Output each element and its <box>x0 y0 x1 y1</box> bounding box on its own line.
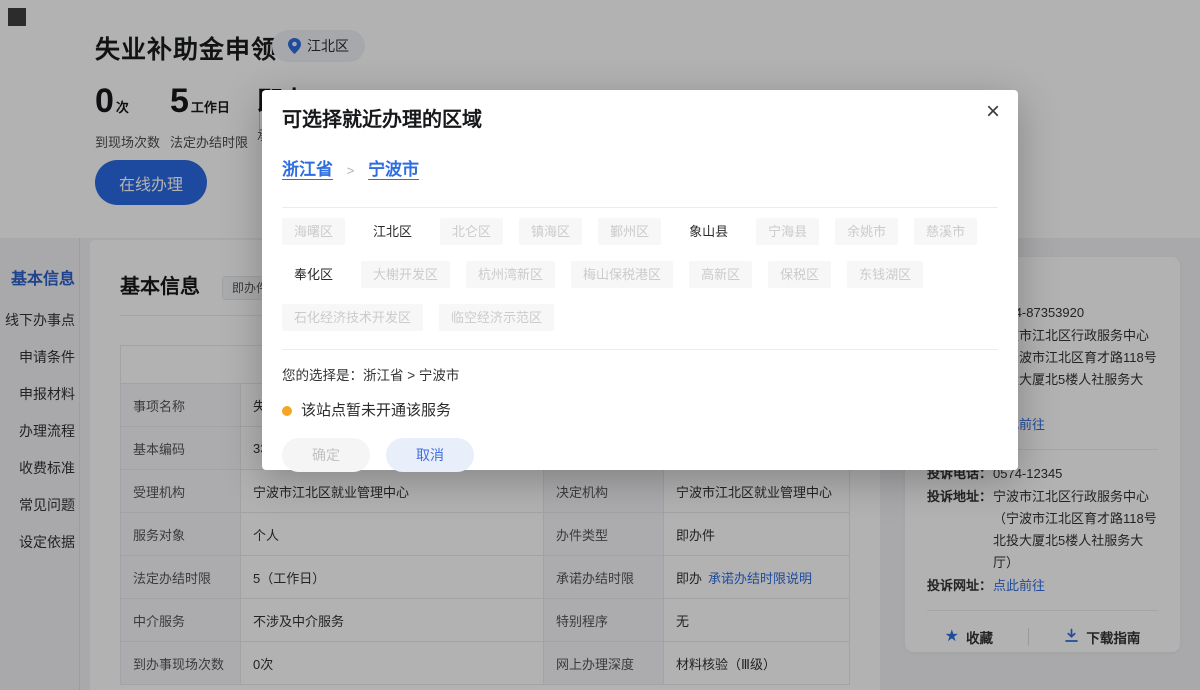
region-row: 海曙区 江北区 北仑区 镇海区 鄞州区 象山县 宁海县 余姚市 慈溪市 <box>282 218 998 245</box>
breadcrumb-city-link[interactable]: 宁波市 <box>368 160 419 179</box>
region-grid: 海曙区 江北区 北仑区 镇海区 鄞州区 象山县 宁海县 余姚市 慈溪市 奉化区 … <box>282 218 998 331</box>
modal-buttons: 确定 取消 <box>282 438 998 472</box>
cancel-button[interactable]: 取消 <box>386 438 474 472</box>
region-select-modal: 可选择就近办理的区域 × 浙江省 > 宁波市 海曙区 江北区 北仑区 镇海区 鄞… <box>262 90 1018 470</box>
selection-summary: 您的选择是：浙江省 > 宁波市 <box>282 366 998 386</box>
modal-divider <box>282 207 998 208</box>
modal-divider <box>282 349 998 350</box>
page: 失业补助金申领 江北区 0次 到现场次数 5工作日 法定办结时限 即办 承诺办结… <box>0 0 1200 690</box>
region-button: 慈溪市 <box>914 218 977 245</box>
region-button: 杭州湾新区 <box>466 261 555 288</box>
modal-title: 可选择就近办理的区域 <box>282 106 998 134</box>
region-breadcrumb: 浙江省 > 宁波市 <box>282 158 998 183</box>
region-button: 东钱湖区 <box>847 261 923 288</box>
region-button: 高新区 <box>689 261 752 288</box>
region-button: 宁海县 <box>756 218 819 245</box>
region-button[interactable]: 江北区 <box>361 218 424 245</box>
warning-dot-icon <box>282 406 292 416</box>
region-button: 梅山保税港区 <box>571 261 673 288</box>
breadcrumb-separator: > <box>347 163 355 178</box>
region-button: 海曙区 <box>282 218 345 245</box>
breadcrumb-province-link[interactable]: 浙江省 <box>282 160 333 179</box>
region-button: 临空经济示范区 <box>439 304 554 331</box>
service-warning: 该站点暂未开通该服务 <box>282 400 998 422</box>
region-row: 奉化区 大榭开发区 杭州湾新区 梅山保税港区 高新区 保税区 东钱湖区 <box>282 261 998 288</box>
region-row: 石化经济技术开发区 临空经济示范区 <box>282 304 998 331</box>
region-button: 北仑区 <box>440 218 503 245</box>
region-button: 鄞州区 <box>598 218 661 245</box>
confirm-button: 确定 <box>282 438 370 472</box>
region-button: 大榭开发区 <box>361 261 450 288</box>
region-button: 余姚市 <box>835 218 898 245</box>
region-button: 保税区 <box>768 261 831 288</box>
region-button: 镇海区 <box>519 218 582 245</box>
region-button: 石化经济技术开发区 <box>282 304 423 331</box>
close-icon[interactable]: × <box>986 100 1000 124</box>
region-button[interactable]: 象山县 <box>677 218 740 245</box>
region-button[interactable]: 奉化区 <box>282 261 345 288</box>
